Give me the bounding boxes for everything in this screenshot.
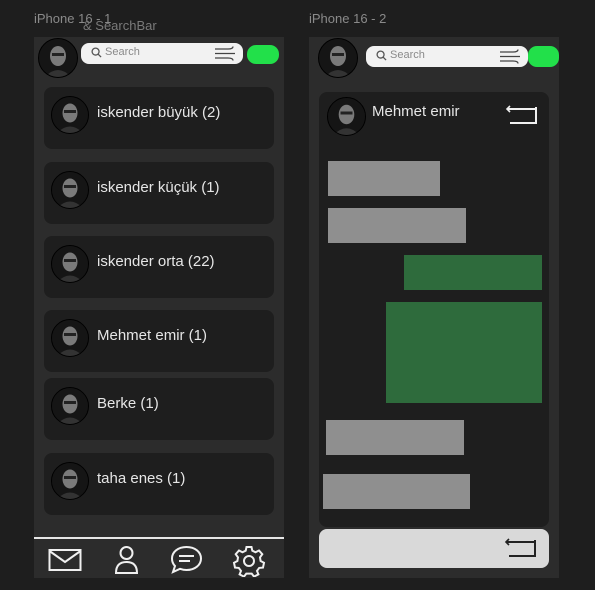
message-bubble-sent	[386, 302, 542, 403]
message-bubble-received	[323, 474, 470, 509]
chat-contact-avatar	[327, 97, 366, 136]
mail-icon[interactable]	[48, 548, 82, 572]
contact-card[interactable]: iskender orta (22)	[44, 236, 274, 298]
contact-avatar	[51, 319, 89, 357]
return-arrow-icon[interactable]	[505, 104, 539, 126]
contact-avatar	[51, 245, 89, 283]
user-icon[interactable]	[114, 545, 139, 575]
phone-screen-contacts: Search iskender büyük (2) iskender küçük…	[34, 37, 284, 578]
filter-icon[interactable]	[499, 48, 521, 65]
person-photo-icon	[39, 39, 77, 77]
chat-panel: Mehmet emir	[319, 92, 549, 527]
person-photo-icon	[319, 39, 357, 77]
message-bubble-received	[328, 161, 440, 196]
message-input[interactable]	[319, 529, 549, 568]
contact-avatar	[51, 462, 89, 500]
message-bubble-sent	[404, 255, 542, 290]
chat-contact-name: Mehmet emir	[372, 103, 460, 120]
contact-card[interactable]: Mehmet emir (1)	[44, 310, 274, 372]
contact-card[interactable]: taha enes (1)	[44, 453, 274, 515]
contact-card[interactable]: iskender küçük (1)	[44, 162, 274, 224]
search-icon	[91, 47, 102, 58]
person-photo-icon	[52, 388, 88, 424]
contact-card[interactable]: Berke (1)	[44, 378, 274, 440]
contact-name: iskender büyük (2)	[97, 104, 221, 121]
status-toggle[interactable]	[528, 46, 559, 67]
contact-name: iskender küçük (1)	[97, 179, 220, 196]
return-arrow-icon[interactable]	[504, 537, 538, 559]
contact-name: Mehmet emir (1)	[97, 327, 208, 344]
profile-avatar[interactable]	[38, 38, 78, 78]
message-bubble-received	[326, 420, 464, 455]
person-photo-icon	[52, 463, 88, 499]
chat-bubble-icon[interactable]	[170, 545, 203, 575]
status-toggle[interactable]	[247, 45, 279, 64]
person-photo-icon	[52, 246, 88, 282]
search-icon	[376, 50, 387, 61]
contact-name: iskender orta (22)	[97, 253, 215, 270]
contact-name: Berke (1)	[97, 395, 159, 412]
contact-card[interactable]: iskender büyük (2)	[44, 87, 274, 149]
gear-icon[interactable]	[232, 545, 266, 577]
bottom-nav	[34, 537, 284, 578]
person-photo-icon	[328, 98, 365, 135]
person-photo-icon	[52, 320, 88, 356]
message-bubble-received	[328, 208, 466, 243]
profile-avatar[interactable]	[318, 38, 358, 78]
contact-avatar	[51, 96, 89, 134]
person-photo-icon	[52, 97, 88, 133]
contact-avatar	[51, 387, 89, 425]
search-bar[interactable]: Search	[366, 46, 528, 67]
filter-icon[interactable]	[214, 45, 236, 62]
search-bar[interactable]: Search	[81, 43, 243, 64]
phone-screen-chat: Search Mehmet emir	[309, 37, 559, 578]
contact-avatar	[51, 171, 89, 209]
contact-name: taha enes (1)	[97, 470, 186, 487]
layer-label: & SearchBar	[83, 18, 157, 33]
search-placeholder: Search	[390, 49, 425, 61]
search-placeholder: Search	[105, 46, 140, 58]
person-photo-icon	[52, 172, 88, 208]
frame-title-right: iPhone 16 - 2	[309, 11, 387, 26]
